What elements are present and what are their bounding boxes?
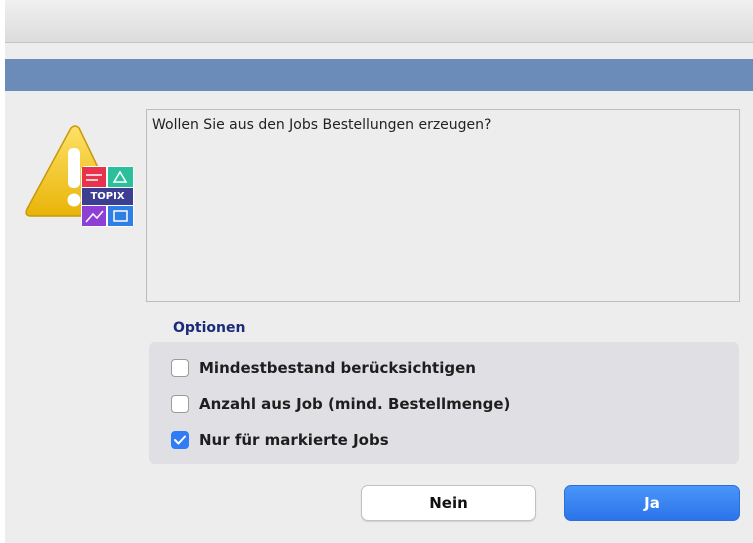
option-anzahl-aus-job[interactable]: Anzahl aus Job (mind. Bestellmenge) xyxy=(171,392,510,416)
checkbox-mindestbestand[interactable] xyxy=(171,359,189,377)
option-nur-markierte-jobs[interactable]: Nur für markierte Jobs xyxy=(171,428,389,452)
yes-button[interactable]: Ja xyxy=(564,485,740,521)
option-label: Nur für markierte Jobs xyxy=(199,431,389,449)
message-box: Wollen Sie aus den Jobs Bestellungen erz… xyxy=(146,109,740,302)
topix-logo-text: TOPIX xyxy=(90,191,125,202)
no-button[interactable]: Nein xyxy=(361,485,536,521)
header-band xyxy=(5,59,753,91)
message-text: Wollen Sie aus den Jobs Bestellungen erz… xyxy=(152,117,492,133)
checkmark-icon xyxy=(174,435,186,445)
title-bar[interactable] xyxy=(5,0,753,43)
checkbox-anzahl-aus-job[interactable] xyxy=(171,395,189,413)
option-label: Anzahl aus Job (mind. Bestellmenge) xyxy=(199,395,511,413)
options-title: Optionen xyxy=(173,320,246,336)
option-mindestbestand[interactable]: Mindestbestand berücksichtigen xyxy=(171,356,476,380)
option-label: Mindestbestand berücksichtigen xyxy=(199,359,476,377)
options-group: Mindestbestand berücksichtigen Anzahl au… xyxy=(149,342,739,464)
warning-topix-icon: TOPIX xyxy=(23,124,138,234)
checkbox-nur-markierte-jobs[interactable] xyxy=(171,431,189,449)
